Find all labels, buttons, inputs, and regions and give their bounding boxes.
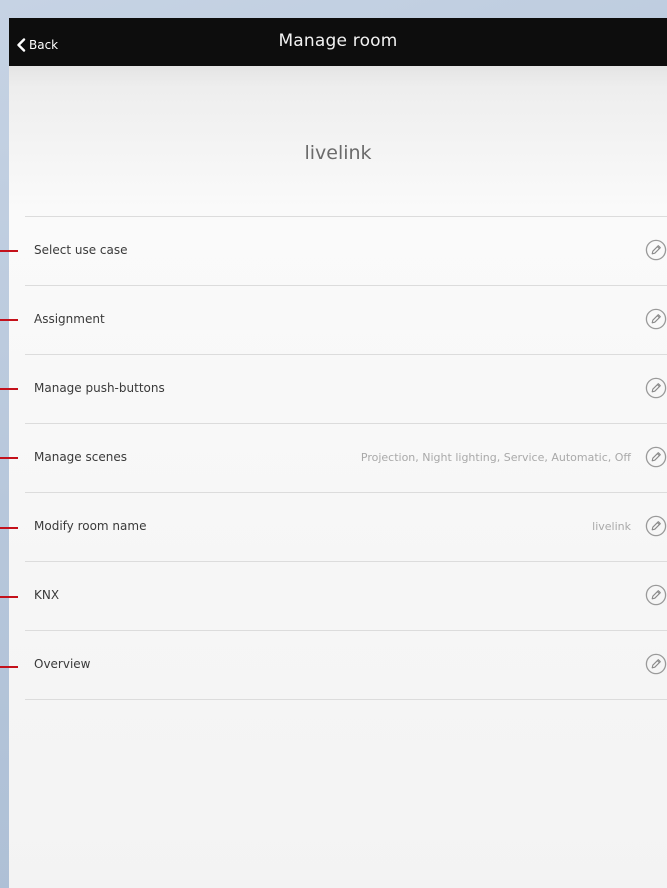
row-manage-push-buttons[interactable]: Manage push-buttons bbox=[25, 355, 667, 424]
callout-line bbox=[0, 250, 18, 252]
tablet-screen: Back Manage room livelink Select use cas… bbox=[9, 18, 667, 888]
room-settings-list: Select use case Assignment Manage push-b… bbox=[25, 216, 667, 700]
callout-line bbox=[0, 388, 18, 390]
callout-line bbox=[0, 527, 18, 529]
row-label: Manage scenes bbox=[34, 450, 127, 464]
row-value: Projection, Night lighting, Service, Aut… bbox=[360, 451, 631, 464]
room-name-heading: livelink bbox=[304, 142, 372, 164]
callout-line bbox=[0, 596, 18, 598]
navigation-bar: Back Manage room bbox=[9, 18, 667, 66]
row-label: Assignment bbox=[34, 312, 105, 326]
row-value: livelink bbox=[592, 520, 631, 533]
pencil-circle-icon[interactable] bbox=[645, 308, 667, 330]
row-label: Manage push-buttons bbox=[34, 381, 165, 395]
row-label: Modify room name bbox=[34, 519, 147, 533]
pencil-circle-icon[interactable] bbox=[645, 239, 667, 261]
row-overview[interactable]: Overview bbox=[25, 631, 667, 700]
row-label: Select use case bbox=[34, 243, 128, 257]
pencil-circle-icon[interactable] bbox=[645, 584, 667, 606]
pencil-circle-icon[interactable] bbox=[645, 515, 667, 537]
pencil-circle-icon[interactable] bbox=[645, 446, 667, 468]
row-assignment[interactable]: Assignment bbox=[25, 286, 667, 355]
row-manage-scenes[interactable]: Manage scenes Projection, Night lighting… bbox=[25, 424, 667, 493]
pencil-circle-icon[interactable] bbox=[645, 653, 667, 675]
row-label: KNX bbox=[34, 588, 60, 602]
row-label: Overview bbox=[34, 657, 91, 671]
row-modify-room-name[interactable]: Modify room name livelink bbox=[25, 493, 667, 562]
screen-title: Manage room bbox=[278, 31, 398, 51]
callout-line bbox=[0, 319, 18, 321]
pencil-circle-icon[interactable] bbox=[645, 377, 667, 399]
row-select-use-case[interactable]: Select use case bbox=[25, 217, 667, 286]
row-knx[interactable]: KNX bbox=[25, 562, 667, 631]
callout-line bbox=[0, 457, 18, 459]
callout-line bbox=[0, 666, 18, 668]
